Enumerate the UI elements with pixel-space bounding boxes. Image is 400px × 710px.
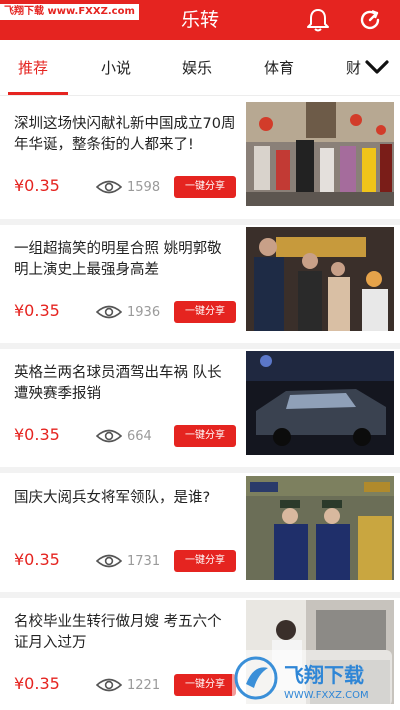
item-price: ¥0.35: [14, 425, 60, 444]
list-item[interactable]: 深圳这场快闪献礼新中国成立70周年华诞，整条街的人都来了! ¥0.35 1598…: [0, 102, 400, 222]
view-count: 1936: [127, 305, 161, 320]
item-title[interactable]: 国庆大阅兵女将军领队，是谁?: [14, 488, 236, 509]
eye-icon: [96, 305, 122, 319]
view-count: 1731: [127, 554, 161, 569]
share-button[interactable]: 一键分享: [174, 674, 236, 696]
item-title[interactable]: 深圳这场快闪献礼新中国成立70周年华诞，整条街的人都来了!: [14, 114, 236, 156]
svg-text:WWW.FXXZ.COM: WWW.FXXZ.COM: [284, 690, 369, 701]
news-thumbnail[interactable]: [246, 351, 394, 455]
tab-sports[interactable]: 体育: [264, 40, 294, 95]
share-button[interactable]: 一键分享: [174, 301, 236, 323]
news-thumbnail[interactable]: [246, 227, 394, 331]
share-button[interactable]: 一键分享: [174, 550, 236, 572]
eye-icon: [96, 429, 122, 443]
news-thumbnail[interactable]: [246, 102, 394, 206]
list-item[interactable]: 一组超搞笑的明星合照 姚明郭敬明上演史上最强身高差 ¥0.35 1936 一键分…: [0, 227, 400, 347]
divider: [0, 467, 400, 473]
refresh-icon[interactable]: [356, 6, 384, 34]
view-count: 1221: [127, 678, 161, 693]
eye-icon: [96, 180, 122, 194]
active-tab-indicator: [8, 92, 68, 95]
category-tabs: 推荐 小说 娱乐 体育 财: [0, 40, 400, 96]
item-price: ¥0.35: [14, 176, 60, 195]
divider: [0, 343, 400, 349]
chevron-down-icon[interactable]: [362, 52, 392, 82]
item-price: ¥0.35: [14, 674, 60, 693]
tab-entertainment[interactable]: 娱乐: [182, 40, 212, 95]
watermark-top: 飞翔下载 www.FXXZ.com: [0, 4, 139, 20]
eye-icon: [96, 678, 122, 692]
share-button[interactable]: 一键分享: [174, 176, 236, 198]
view-count: 664: [127, 429, 152, 444]
item-price: ¥0.35: [14, 550, 60, 569]
app-header: 乐转 飞翔下载 www.FXXZ.com: [0, 0, 400, 40]
item-title[interactable]: 英格兰两名球员酒驾出车祸 队长遭殃赛季报销: [14, 363, 236, 405]
svg-text:飞翔下载: 飞翔下载: [284, 663, 364, 687]
tab-finance[interactable]: 财: [346, 40, 361, 95]
view-count: 1598: [127, 180, 161, 195]
eye-icon: [96, 554, 122, 568]
tab-novel[interactable]: 小说: [101, 40, 131, 95]
bell-icon[interactable]: [304, 6, 332, 34]
item-price: ¥0.35: [14, 301, 60, 320]
item-title[interactable]: 名校毕业生转行做月嫂 考五六个证月入过万: [14, 612, 236, 654]
divider: [0, 592, 400, 598]
divider: [0, 219, 400, 225]
watermark-bottom: 飞翔下载 WWW.FXXZ.COM: [232, 650, 392, 706]
tab-recommend[interactable]: 推荐: [18, 40, 48, 95]
share-button[interactable]: 一键分享: [174, 425, 236, 447]
list-item[interactable]: 国庆大阅兵女将军领队，是谁? ¥0.35 1731 一键分享: [0, 476, 400, 596]
item-title[interactable]: 一组超搞笑的明星合照 姚明郭敬明上演史上最强身高差: [14, 239, 236, 281]
news-thumbnail[interactable]: [246, 476, 394, 580]
list-item[interactable]: 英格兰两名球员酒驾出车祸 队长遭殃赛季报销 ¥0.35 664 一键分享: [0, 351, 400, 471]
